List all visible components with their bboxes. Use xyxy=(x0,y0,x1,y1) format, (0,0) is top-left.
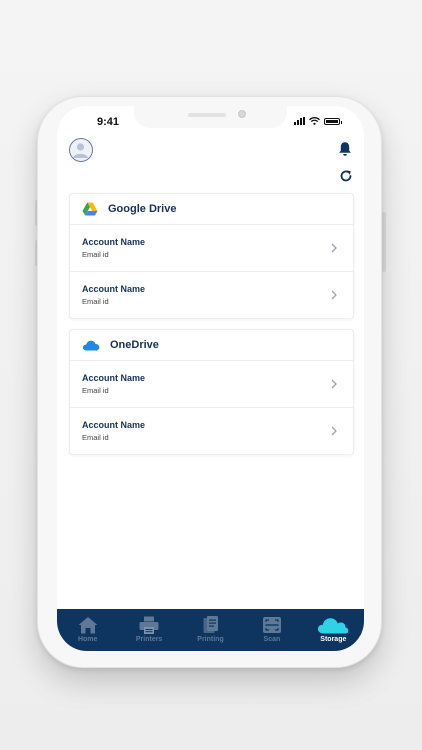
tab-printers[interactable]: Printers xyxy=(118,609,179,651)
cloud-icon xyxy=(318,618,349,634)
provider-title: Google Drive xyxy=(108,203,177,215)
notch xyxy=(134,106,287,128)
onedrive-icon xyxy=(82,340,100,351)
account-email: Email id xyxy=(82,386,109,395)
account-name: Account Name xyxy=(82,373,146,383)
account-row[interactable]: Account Name Email id xyxy=(70,408,353,454)
onedrive-header: OneDrive xyxy=(70,330,353,361)
google-drive-card: Google Drive Account Name Email id Accou… xyxy=(69,193,354,319)
onedrive-card: OneDrive Account Name Email id Account N… xyxy=(69,329,354,455)
account-name: Account Name xyxy=(82,284,146,294)
speaker xyxy=(188,113,226,117)
signal-icon xyxy=(294,117,305,125)
printer-icon xyxy=(139,616,159,634)
account-email: Email id xyxy=(82,250,109,259)
tab-scan[interactable]: Scan xyxy=(241,609,302,651)
front-camera xyxy=(238,110,246,118)
google-drive-header: Google Drive xyxy=(70,194,353,225)
account-row[interactable]: Account Name Email id xyxy=(70,225,353,272)
account-name: Account Name xyxy=(82,237,146,247)
tab-printing[interactable]: Printing xyxy=(180,609,241,651)
provider-title: OneDrive xyxy=(110,339,159,351)
tab-label: Storage xyxy=(320,636,347,643)
tab-storage[interactable]: Storage xyxy=(303,609,364,651)
bottom-tab-bar: Home Printers Printing Scan Storage xyxy=(57,609,364,651)
printing-icon xyxy=(203,616,218,633)
profile-avatar[interactable] xyxy=(69,138,93,162)
wifi-icon xyxy=(309,117,320,125)
account-name: Account Name xyxy=(82,420,146,430)
google-drive-icon xyxy=(82,202,98,216)
battery-icon xyxy=(324,117,342,125)
account-row[interactable]: Account Name Email id xyxy=(70,361,353,408)
tab-label: Home xyxy=(77,636,98,643)
account-email: Email id xyxy=(82,433,109,442)
home-icon xyxy=(78,617,98,634)
user-icon xyxy=(73,143,88,158)
chevron-right-icon xyxy=(331,243,337,253)
account-row[interactable]: Account Name Email id xyxy=(70,272,353,318)
account-email: Email id xyxy=(82,297,109,306)
scan-icon xyxy=(262,617,281,633)
tab-label: Scan xyxy=(263,636,281,643)
status-time: 9:41 xyxy=(97,116,120,128)
chevron-right-icon xyxy=(331,426,337,436)
tab-label: Printing xyxy=(197,636,224,643)
status-icons xyxy=(294,117,342,125)
bell-icon[interactable] xyxy=(338,141,352,157)
tab-home[interactable]: Home xyxy=(57,609,118,651)
chevron-right-icon xyxy=(331,379,337,389)
refresh-icon[interactable] xyxy=(339,169,353,183)
power-button xyxy=(382,212,386,272)
tab-label: Printers xyxy=(135,636,163,643)
chevron-right-icon xyxy=(331,290,337,300)
app-screen: 9:41 Google Drive Account Name Email id … xyxy=(57,106,364,651)
